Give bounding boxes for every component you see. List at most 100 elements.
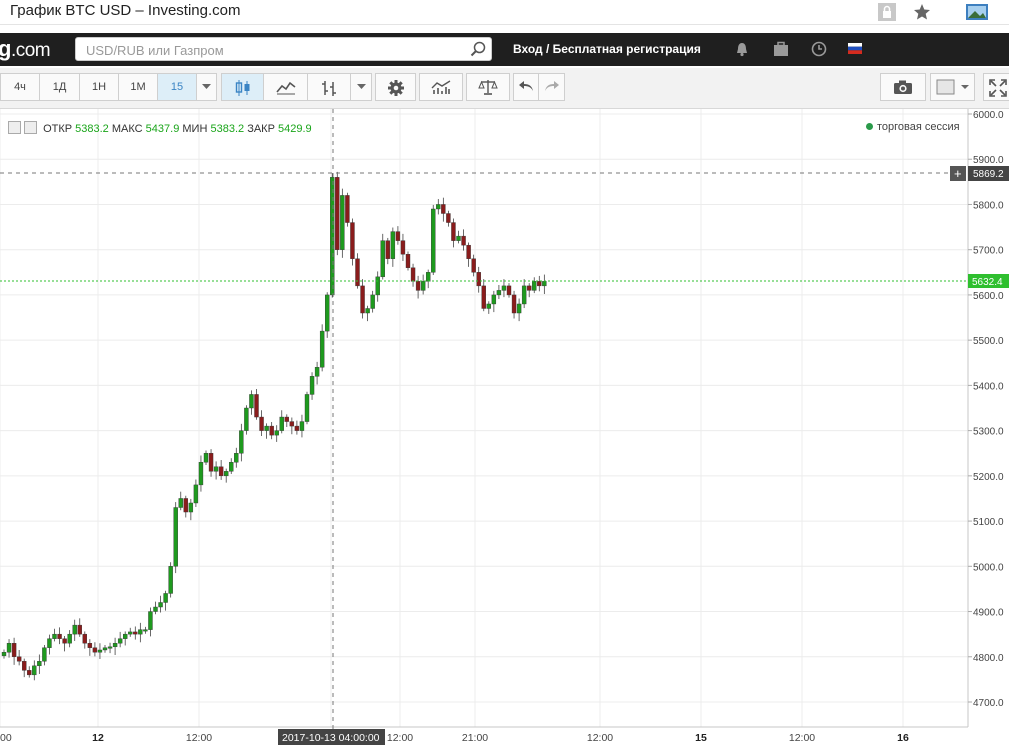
settings-button[interactable] — [375, 73, 416, 101]
candle — [107, 642, 113, 654]
candle — [289, 417, 295, 435]
undo-button[interactable] — [513, 73, 539, 101]
candle — [335, 171, 340, 256]
candle-body — [314, 367, 320, 377]
open-value: 5383.2 — [75, 123, 109, 135]
candle — [11, 637, 17, 665]
screenshot-button[interactable] — [880, 73, 926, 101]
star-icon[interactable] — [913, 3, 931, 21]
extension-icon[interactable] — [966, 3, 988, 21]
timeframe-dropdown[interactable] — [196, 73, 217, 101]
candle-body — [410, 267, 416, 282]
candle — [254, 389, 259, 420]
layout-dropdown[interactable] — [930, 73, 975, 101]
price-tick-label: 5500.0 — [973, 336, 1004, 347]
candle — [117, 631, 123, 648]
candle-body — [143, 629, 148, 632]
crosshair-price-text: 5869.2 — [973, 169, 1004, 180]
candles-chart-button[interactable] — [221, 73, 264, 101]
candle — [284, 414, 289, 427]
bars-chart-button[interactable] — [307, 73, 351, 101]
session-status-icon — [866, 123, 873, 130]
price-tick-label: 4900.0 — [973, 608, 1004, 619]
legend-settings-icon[interactable] — [8, 121, 21, 134]
clock-icon[interactable] — [811, 41, 827, 57]
candle-body — [325, 294, 330, 332]
bell-icon[interactable] — [734, 41, 750, 57]
candle — [229, 458, 234, 475]
candle — [67, 630, 72, 648]
fullscreen-button[interactable] — [983, 73, 1009, 101]
timeframe-1d-button[interactable]: 1Д — [39, 73, 80, 101]
chart-toolbar: 4ч 1Д 1Н 1М 15 — [0, 68, 1009, 109]
search-box[interactable] — [75, 37, 492, 62]
russia-flag-icon[interactable] — [848, 43, 862, 54]
low-label: МИН — [182, 123, 208, 135]
price-chart[interactable]: 6000.0 5900.0 5800.0 5700.0 5600.0 5500.0 5400… — [0, 109, 1009, 747]
candle — [158, 595, 163, 613]
candle — [410, 263, 416, 287]
candle-body — [193, 484, 199, 504]
candlestick-icon — [235, 80, 249, 96]
candle-body — [456, 235, 461, 241]
indicators-button[interactable] — [419, 73, 463, 101]
candle-body — [153, 606, 158, 612]
candle — [506, 283, 512, 298]
candle-body — [304, 394, 310, 422]
candle — [426, 269, 431, 289]
candle-body — [345, 195, 350, 223]
login-register-link[interactable]: Вход / Бесплатная регистрация — [513, 42, 701, 56]
candle — [532, 277, 537, 294]
timeframe-1m-button[interactable]: 1М — [118, 73, 158, 101]
low-value: 5383.2 — [210, 123, 245, 135]
timeframe-1w-button[interactable]: 1Н — [79, 73, 119, 101]
candle — [486, 301, 491, 314]
candle-body — [62, 638, 67, 644]
candle-body — [466, 244, 471, 259]
candle-body — [77, 624, 82, 635]
candle-body — [112, 643, 118, 648]
candle — [496, 284, 502, 299]
candle-body — [481, 285, 486, 309]
redo-button[interactable] — [538, 73, 565, 101]
candle — [446, 210, 451, 227]
price-tick-label: 5700.0 — [973, 246, 1004, 257]
time-tick-label: 12:00 — [186, 732, 212, 744]
candle-body — [537, 281, 542, 287]
close-value: 5429.9 — [277, 123, 312, 135]
search-icon[interactable] — [470, 41, 486, 57]
candle — [385, 237, 390, 265]
candle — [128, 627, 133, 637]
candle-body — [319, 330, 325, 368]
candle-body — [158, 602, 163, 608]
candle — [234, 447, 239, 468]
search-input[interactable] — [84, 38, 468, 62]
candle — [360, 279, 365, 319]
price-tick-label: 5000.0 — [973, 562, 1004, 573]
candle-body — [178, 498, 183, 508]
candle — [309, 372, 315, 400]
timeframe-15-button[interactable]: 15 — [157, 73, 197, 101]
site-logo[interactable]: g.com — [0, 36, 51, 62]
candle — [52, 628, 57, 642]
line-chart-button[interactable] — [263, 73, 308, 101]
candle-body — [340, 195, 345, 250]
ohlc-bars-icon — [322, 81, 336, 96]
candle — [213, 461, 219, 480]
portfolio-icon[interactable] — [773, 41, 789, 57]
candle — [537, 275, 542, 292]
candle — [47, 634, 52, 655]
price-tick-label: 5100.0 — [973, 517, 1004, 528]
high-label: МАКС — [111, 123, 143, 135]
price-tick-label: 5200.0 — [973, 472, 1004, 483]
chart-type-dropdown[interactable] — [350, 73, 372, 101]
candle — [203, 450, 209, 465]
timeframe-4h-button[interactable]: 4ч — [0, 73, 40, 101]
candle-body — [22, 661, 27, 671]
compare-button[interactable] — [466, 73, 510, 101]
legend-hide-icon[interactable] — [24, 121, 37, 134]
candle-body — [128, 631, 133, 635]
candle — [87, 639, 93, 656]
candle — [42, 645, 47, 666]
crosshair-time-text: 2017-10-13 04:00:00 — [282, 732, 380, 744]
